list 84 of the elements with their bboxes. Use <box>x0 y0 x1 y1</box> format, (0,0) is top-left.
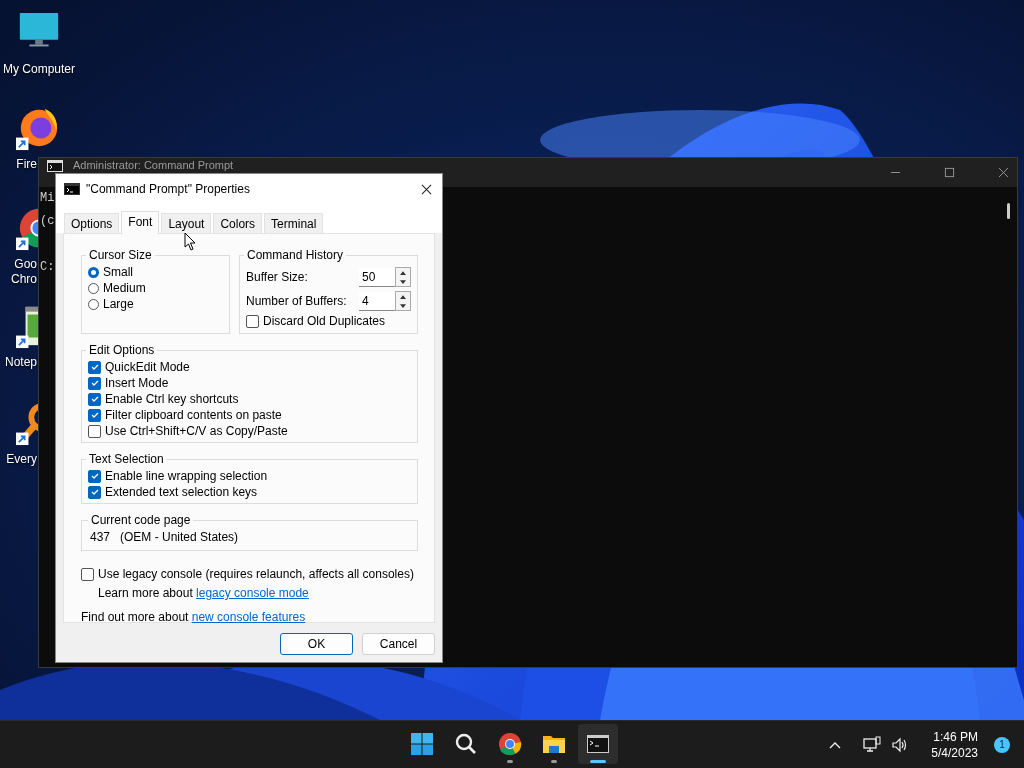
group-title: Command History <box>246 248 345 262</box>
radio-button[interactable] <box>88 298 99 310</box>
checkmark-icon <box>89 362 100 372</box>
checkbox-label: Discard Old Duplicates <box>263 314 386 328</box>
down-arrow-icon <box>400 279 406 284</box>
checkbox[interactable] <box>246 314 259 328</box>
search-icon <box>454 732 478 756</box>
checkbox-label: QuickEdit Mode <box>105 360 190 374</box>
icon-label: Goo <box>13 257 37 272</box>
windows-logo-icon <box>410 732 434 756</box>
checkbox-label: Extended text selection keys <box>105 485 258 499</box>
console-icon <box>64 183 80 195</box>
checkbox-label: Filter clipboard contents on paste <box>105 408 282 422</box>
checkmark-icon <box>89 471 100 481</box>
checkmark-icon <box>89 378 100 388</box>
checkbox[interactable] <box>88 485 101 499</box>
checkmark-icon <box>89 487 100 497</box>
checkbox-label: Use legacy console (requires relaunch, affects all consoles) <box>98 567 414 581</box>
running-indicator <box>551 760 557 763</box>
window-title: Administrator: Command Prompt <box>73 159 234 172</box>
radio-button[interactable] <box>88 282 99 294</box>
link[interactable]: legacy console mode <box>196 586 309 600</box>
console-icon <box>47 160 63 172</box>
radio-label: Medium <box>103 281 146 295</box>
radio-label: Large <box>103 297 134 311</box>
find-out-text: Find out more about new console features <box>81 609 307 625</box>
number-field[interactable]: 4 <box>359 291 395 311</box>
ok-button[interactable]: OK <box>280 633 353 655</box>
scrollbar-thumb[interactable] <box>1007 203 1010 219</box>
radio-label: Small <box>103 265 133 279</box>
icon-label: Every <box>5 452 37 467</box>
active-indicator <box>590 760 606 763</box>
notification-badge[interactable]: 1 <box>994 736 1010 753</box>
field-label: Number of Buffers: <box>246 294 347 308</box>
tab[interactable]: Options <box>64 213 120 233</box>
checkmark-icon <box>89 394 100 404</box>
maximize-icon[interactable] <box>944 167 955 178</box>
checkbox-label: Insert Mode <box>105 376 169 390</box>
network-icon[interactable] <box>863 735 882 754</box>
checkbox-label: Use Ctrl+Shift+C/V as Copy/Paste <box>105 424 288 438</box>
close-icon[interactable] <box>421 183 432 195</box>
tab[interactable]: Font <box>121 211 160 234</box>
console-text: (c <box>40 214 55 228</box>
checkmark-icon <box>89 410 100 420</box>
clock-time[interactable]: 1:46 PM <box>933 728 978 745</box>
console-text: C: <box>40 260 55 274</box>
group-title: Current code page <box>90 513 192 527</box>
down-arrow-icon <box>400 303 406 308</box>
icon-label: Chro <box>10 272 37 287</box>
checkbox[interactable] <box>88 376 101 390</box>
radio-button[interactable] <box>88 266 99 278</box>
checkbox-label: Enable line wrapping selection <box>105 469 268 483</box>
up-arrow-icon <box>400 270 406 275</box>
link[interactable]: new console features <box>191 610 306 624</box>
code-page-value: 437 (OEM - United States) <box>90 530 239 544</box>
taskbar-button[interactable] <box>578 724 618 764</box>
cancel-button[interactable]: Cancel <box>362 633 435 655</box>
chrome-icon <box>498 732 522 756</box>
console-text: Mi <box>40 191 55 205</box>
clock-date[interactable]: 5/4/2023 <box>931 744 978 761</box>
checkbox[interactable] <box>81 567 94 581</box>
tab[interactable]: Colors <box>213 213 263 233</box>
terminal-icon <box>586 732 610 756</box>
running-indicator <box>507 760 513 763</box>
icon-label: Fire <box>15 157 37 172</box>
checkbox-label: Enable Ctrl key shortcuts <box>105 392 239 406</box>
checkbox[interactable] <box>88 408 101 422</box>
checkbox[interactable] <box>88 392 101 406</box>
group-title: Cursor Size <box>88 248 153 262</box>
dialog-title: "Command Prompt" Properties <box>86 182 250 196</box>
chevron-up-icon[interactable] <box>829 740 842 749</box>
icon-label: My Computer <box>3 62 75 77</box>
up-arrow-icon <box>400 294 406 299</box>
number-field[interactable]: 50 <box>359 267 395 287</box>
checkbox[interactable] <box>88 424 101 438</box>
tab[interactable]: Terminal <box>264 213 324 233</box>
learn-more-text: Learn more about legacy console mode <box>98 585 310 601</box>
tab[interactable]: Layout <box>161 213 212 233</box>
icon-label: Notep <box>3 355 37 370</box>
field-label: Buffer Size: <box>246 270 308 284</box>
checkbox[interactable] <box>88 469 101 483</box>
group-title: Edit Options <box>88 343 156 357</box>
group-title: Text Selection <box>88 452 165 466</box>
checkbox[interactable] <box>88 360 101 374</box>
